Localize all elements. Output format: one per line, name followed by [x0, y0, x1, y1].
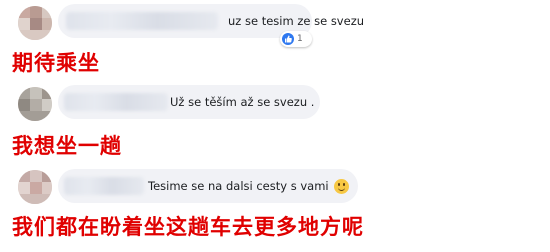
commenter-name[interactable] [66, 12, 218, 30]
commenter-name[interactable] [64, 93, 168, 111]
caption-2: 我想坐一趟 [12, 134, 122, 158]
comment-bubble: Už se těším až se svezu . [58, 85, 320, 119]
reaction-count: 1 [297, 34, 303, 44]
caption-1: 期待乘坐 [12, 51, 100, 75]
commenter-name[interactable] [64, 177, 144, 195]
comment-text: Tesime se na dalsi cesty s vami [148, 179, 329, 193]
reaction-badge[interactable]: 1 [280, 31, 312, 47]
caption-3: 我们都在盼着坐这趟车去更多地方呢 [12, 215, 364, 239]
comment-text: uz se tesim ze se svezu [228, 14, 365, 28]
avatar[interactable] [18, 87, 52, 121]
comment-text: Už se těším až se svezu . [170, 95, 315, 109]
avatar[interactable] [18, 6, 52, 40]
avatar[interactable] [18, 170, 52, 204]
smiling-face-emoji [334, 179, 349, 194]
like-icon [282, 33, 294, 45]
comment-bubble: Tesime se na dalsi cesty s vami [58, 169, 358, 203]
comment-bubble: uz se tesim ze se svezu [58, 4, 364, 38]
